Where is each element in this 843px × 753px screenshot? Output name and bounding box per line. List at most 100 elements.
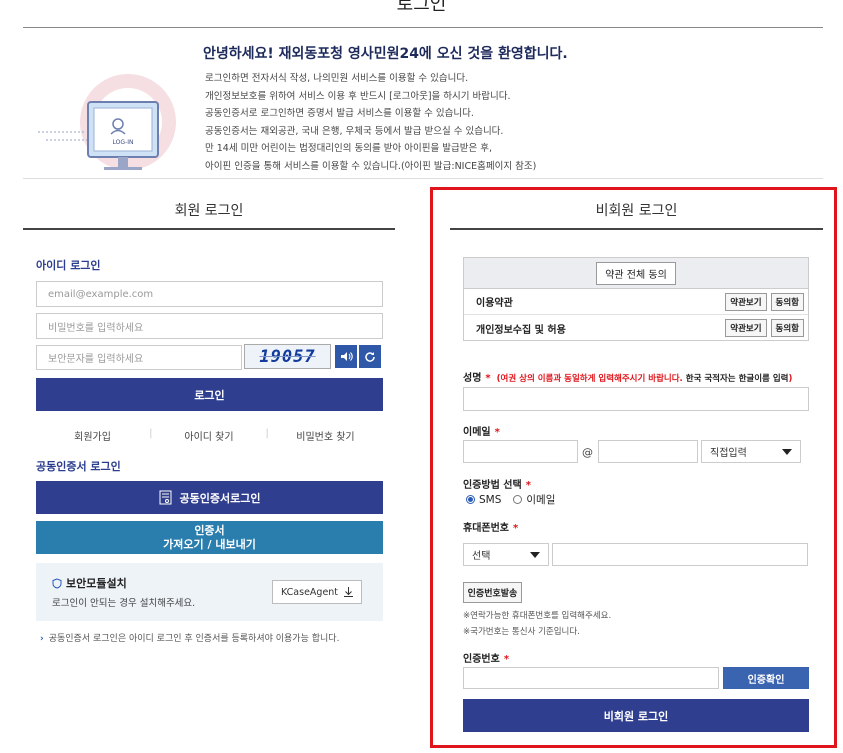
welcome-line: 공동인증서는 재외공관, 국내 은행, 우체국 등에서 발급 받으실 수 있습니… [205,125,504,137]
member-login-divider [23,228,395,230]
verify-code-button[interactable]: 인증확인 [723,667,809,689]
chevron-down-icon [782,448,792,455]
verification-code-input[interactable] [463,667,719,689]
phone-number-input[interactable] [552,543,808,566]
code-label-row: 인증번호 * [463,650,509,665]
email-local-input[interactable] [463,440,578,463]
cert-notice-text: 공동인증서 로그인은 아이디 로그인 후 인증서를 등록하셔야 이용가능 합니다… [48,634,340,644]
required-mark: * [494,427,500,438]
nonmember-login-divider [450,228,823,230]
speaker-icon [340,352,353,361]
cert-io-label-2: 가져오기 / 내보내기 [163,538,256,551]
name-note-korean: 한국 국적자는 한글이름 입력 [685,374,789,384]
phone-label-row: 휴대폰번호 * [463,519,518,534]
illustration-label: LOG-IN [113,139,134,146]
terms-table: 약관 전체 동의 이용약관 약관보기 동의함 개인정보수집 및 허용 약관보기 … [463,257,809,341]
name-input[interactable] [463,387,809,411]
welcome-title: 안녕하세요! 재외동포청 영사민원24에 오신 것을 환영합니다. [203,46,568,62]
cert-login-button[interactable]: 공동인증서로그인 [36,481,383,514]
phone-country-select[interactable]: 선택 [463,543,549,566]
phone-country-select-value: 선택 [472,551,491,562]
name-note-close: ) [788,374,793,384]
cert-login-heading: 공동인증서 로그인 [36,460,121,473]
email-domain-input[interactable] [598,440,698,463]
auth-method-label: 인증방법 선택 [463,480,522,491]
required-mark: * [525,480,531,491]
auth-method-radios: SMS 이메일 [466,492,555,507]
cert-notice: › 공동인증서 로그인은 아이디 로그인 후 인증서를 등록하셔야 이용가능 합니… [40,631,339,644]
certificate-icon [159,490,172,505]
code-label: 인증번호 [463,654,500,665]
shield-icon [52,577,62,589]
radio-selected-icon [466,495,475,504]
at-sign: @ [582,446,593,459]
phone-label: 휴대폰번호 [463,523,509,534]
account-links: 회원가입 | 아이디 찾기 | 비밀번호 찾기 [36,428,382,443]
email-input[interactable]: email@example.com [36,281,383,307]
term-name: 이용약관 [476,298,513,309]
radio-icon [513,495,523,504]
auth-radio-email[interactable]: 이메일 [513,492,555,507]
nonmember-login-title: 비회원 로그인 [595,203,678,219]
term-row: 개인정보수집 및 허용 약관보기 동의함 [464,315,808,341]
nonmember-login-button[interactable]: 비회원 로그인 [463,699,809,732]
security-module-subtitle: 로그인이 안되는 경우 설치해주세요. [52,598,196,609]
download-icon [344,587,354,597]
auth-method-label-row: 인증방법 선택 * [463,476,531,491]
welcome-line: 아이핀 인증을 통해 서비스를 이용할 수 있습니다.(아이핀 발급:NICE홈… [205,160,537,172]
kcaseagent-download-button[interactable]: KCaseAgent [272,580,362,604]
term-row: 이용약관 약관보기 동의함 [464,289,808,315]
page-title: 로그인 [396,0,447,15]
auth-radio-label: SMS [479,493,502,506]
top-divider [23,27,823,28]
welcome-line: 만 14세 미만 어린이는 법정대리인의 동의를 받아 아이핀을 발급받은 후, [205,143,493,155]
refresh-icon [365,351,375,362]
find-password-link[interactable]: 비밀번호 찾기 [269,428,382,443]
email-label-row: 이메일 * [463,423,500,438]
member-login-title: 회원 로그인 [174,203,244,219]
agree-button[interactable]: 동의함 [770,292,804,311]
intro-divider [23,178,823,179]
phone-hint: ※연락가능한 휴대폰번호를 입력해주세요. [463,611,612,621]
security-module-title: 보안모듈설치 [66,577,127,590]
cert-login-label: 공동인증서로그인 [179,491,261,505]
chevron-right-icon: › [40,634,44,644]
welcome-line: 로그인하면 전자서식 작성, 나의민원 서비스를 이용할 수 있습니다. [205,73,469,84]
agree-all-button[interactable]: 약관 전체 동의 [596,261,676,285]
name-note: (여권 상의 이름과 동일하게 입력해주시기 바랍니다. [496,374,683,384]
find-id-link[interactable]: 아이디 찾기 [152,428,265,443]
required-mark: * [485,373,491,384]
agree-button[interactable]: 동의함 [770,319,804,337]
welcome-line: 개인정보보호를 위하여 서비스 이용 후 반드시 [로그아웃]을 하시기 바랍니… [205,90,511,102]
required-mark: * [503,654,510,665]
name-label: 성명 [463,373,482,384]
cert-io-label-1: 인증서 [194,524,225,537]
id-login-heading: 아이디 로그인 [36,259,101,272]
auth-radio-label: 이메일 [526,494,556,506]
signup-link[interactable]: 회원가입 [36,428,149,443]
welcome-description: 로그인하면 전자서식 작성, 나의민원 서비스를 이용할 수 있습니다. 개인정… [205,70,536,176]
captcha-image: 19057 [244,344,331,369]
email-domain-select[interactable]: 직접입력 [701,440,801,463]
view-terms-button[interactable]: 약관보기 [725,319,767,337]
chevron-down-icon [530,551,540,558]
auth-radio-sms[interactable]: SMS [466,494,501,506]
password-input[interactable]: 비밀번호를 입력하세요 [36,313,383,339]
send-code-button[interactable]: 인증번호발송 [463,582,522,603]
required-mark: * [513,523,519,534]
cert-import-export-button[interactable]: 인증서 가져오기 / 내보내기 [36,521,383,554]
country-code-hint: ※국가번호는 통신사 기준입니다. [463,627,580,637]
audio-captcha-button[interactable] [335,345,357,368]
security-module-panel: 보안모듈설치 로그인이 안되는 경우 설치해주세요. KCaseAgent [36,563,383,621]
name-label-row: 성명 * (여권 상의 이름과 동일하게 입력해주시기 바랍니다. 한국 국적자는 … [463,369,792,384]
kcase-label: KCaseAgent [280,586,339,598]
email-label: 이메일 [463,427,491,438]
view-terms-button[interactable]: 약관보기 [725,292,767,311]
login-illustration: LOG-IN [38,74,176,170]
captcha-input[interactable]: 보안문자를 입력하세요 [36,345,242,370]
welcome-line: 공동인증서로 로그인하면 증명서 발급 서비스를 이용할 수 있습니다. [205,108,474,120]
refresh-captcha-button[interactable] [359,345,381,368]
term-name: 개인정보수집 및 허용 [476,324,566,336]
email-domain-select-value: 직접입력 [710,448,747,459]
login-button[interactable]: 로그인 [36,378,383,411]
